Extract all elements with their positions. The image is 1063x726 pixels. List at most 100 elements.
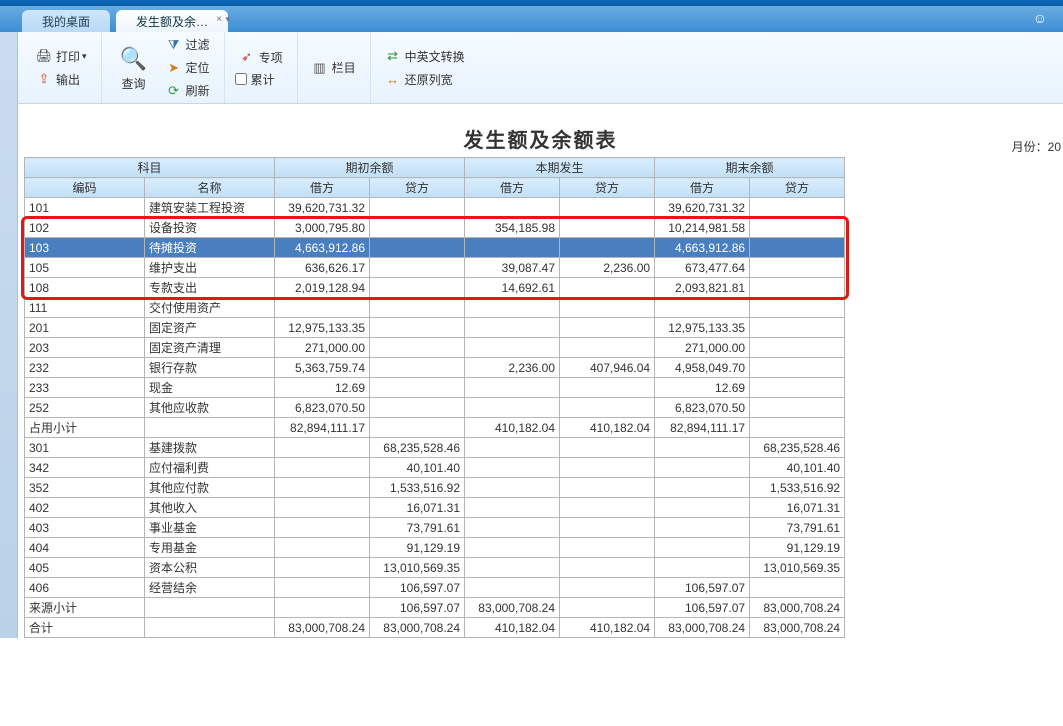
cell[interactable]: 专用基金 — [145, 538, 275, 558]
restore-width-button[interactable]: ↔ 还原列宽 — [381, 69, 469, 90]
cell[interactable]: 14,692.61 — [465, 278, 560, 298]
cell[interactable]: 636,626.17 — [275, 258, 370, 278]
tab-desktop[interactable]: 我的桌面 — [22, 10, 110, 32]
cell[interactable] — [275, 598, 370, 618]
special-button[interactable]: ➶ 专项 — [235, 47, 287, 68]
cell[interactable]: 106,597.07 — [370, 578, 465, 598]
cell[interactable]: 673,477.64 — [655, 258, 750, 278]
cell[interactable] — [465, 438, 560, 458]
cell[interactable]: 占用小计 — [25, 418, 145, 438]
cell[interactable] — [560, 338, 655, 358]
cell[interactable]: 12,975,133.35 — [275, 318, 370, 338]
cell[interactable] — [370, 218, 465, 238]
cell[interactable]: 83,000,708.24 — [370, 618, 465, 638]
cell[interactable]: 82,894,111.17 — [655, 418, 750, 438]
th-cur-credit[interactable]: 贷方 — [560, 178, 655, 198]
cell[interactable] — [465, 578, 560, 598]
cell[interactable]: 其他应付款 — [145, 478, 275, 498]
cell[interactable]: 108 — [25, 278, 145, 298]
cell[interactable] — [465, 478, 560, 498]
th-current[interactable]: 本期发生 — [465, 158, 655, 178]
cell[interactable]: 10,214,981.58 — [655, 218, 750, 238]
table-row[interactable]: 来源小计106,597.0783,000,708.24106,597.0783,… — [25, 598, 845, 618]
cell[interactable] — [750, 358, 845, 378]
cell[interactable]: 1,533,516.92 — [750, 478, 845, 498]
cell[interactable] — [560, 378, 655, 398]
cell[interactable] — [465, 518, 560, 538]
cell[interactable] — [275, 478, 370, 498]
cell[interactable]: 固定资产 — [145, 318, 275, 338]
cell[interactable]: 银行存款 — [145, 358, 275, 378]
cell[interactable]: 342 — [25, 458, 145, 478]
th-cur-debit[interactable]: 借方 — [465, 178, 560, 198]
cell[interactable]: 2,236.00 — [465, 358, 560, 378]
cell[interactable]: 资本公积 — [145, 558, 275, 578]
cell[interactable] — [655, 298, 750, 318]
cell[interactable]: 12.69 — [275, 378, 370, 398]
smiley-icon[interactable]: ☺ — [1033, 10, 1047, 26]
cell[interactable] — [370, 338, 465, 358]
cell[interactable] — [465, 318, 560, 338]
cell[interactable]: 106,597.07 — [655, 598, 750, 618]
cell[interactable]: 410,182.04 — [465, 418, 560, 438]
cell[interactable]: 39,620,731.32 — [275, 198, 370, 218]
cell[interactable]: 83,000,708.24 — [275, 618, 370, 638]
table-row[interactable]: 405资本公积13,010,569.3513,010,569.35 — [25, 558, 845, 578]
cell[interactable]: 12,975,133.35 — [655, 318, 750, 338]
cell[interactable]: 建筑安装工程投资 — [145, 198, 275, 218]
th-code[interactable]: 编码 — [25, 178, 145, 198]
cell[interactable]: 410,182.04 — [465, 618, 560, 638]
cell[interactable] — [655, 558, 750, 578]
th-subject[interactable]: 科目 — [25, 158, 275, 178]
cell[interactable]: 111 — [25, 298, 145, 318]
cell[interactable]: 252 — [25, 398, 145, 418]
query-button[interactable]: 🔍 查询 — [112, 41, 156, 94]
print-button[interactable]: 🖨 打印 ▾ — [32, 46, 91, 67]
cell[interactable] — [750, 398, 845, 418]
cell[interactable] — [370, 418, 465, 438]
cell[interactable] — [275, 538, 370, 558]
cell[interactable] — [655, 538, 750, 558]
cell[interactable] — [560, 518, 655, 538]
cell[interactable] — [370, 198, 465, 218]
cell[interactable]: 2,019,128.94 — [275, 278, 370, 298]
table-row[interactable]: 232银行存款5,363,759.742,236.00407,946.044,9… — [25, 358, 845, 378]
cell[interactable]: 40,101.40 — [370, 458, 465, 478]
cell[interactable] — [560, 558, 655, 578]
cell[interactable] — [275, 518, 370, 538]
cell[interactable]: 301 — [25, 438, 145, 458]
cell[interactable]: 68,235,528.46 — [750, 438, 845, 458]
table-row[interactable]: 合计83,000,708.2483,000,708.24410,182.0441… — [25, 618, 845, 638]
columns-button[interactable]: ▥ 栏目 — [308, 57, 360, 78]
cell[interactable]: 83,000,708.24 — [655, 618, 750, 638]
cell[interactable] — [560, 198, 655, 218]
cell[interactable]: 102 — [25, 218, 145, 238]
cell[interactable] — [655, 498, 750, 518]
export-button[interactable]: ⇪ 输出 — [32, 69, 91, 90]
cell[interactable] — [465, 458, 560, 478]
cell[interactable] — [560, 478, 655, 498]
cell[interactable] — [655, 438, 750, 458]
cell[interactable] — [750, 218, 845, 238]
cell[interactable]: 68,235,528.46 — [370, 438, 465, 458]
th-closing[interactable]: 期末余额 — [655, 158, 845, 178]
cell[interactable]: 1,533,516.92 — [370, 478, 465, 498]
table-row[interactable]: 352其他应付款1,533,516.921,533,516.92 — [25, 478, 845, 498]
cell[interactable]: 103 — [25, 238, 145, 258]
cell[interactable]: 应付福利费 — [145, 458, 275, 478]
cell[interactable] — [560, 218, 655, 238]
cell[interactable] — [560, 578, 655, 598]
table-row[interactable]: 101建筑安装工程投资39,620,731.3239,620,731.32 — [25, 198, 845, 218]
cell[interactable]: 13,010,569.35 — [370, 558, 465, 578]
cell[interactable] — [275, 578, 370, 598]
cell[interactable] — [370, 358, 465, 378]
cell[interactable]: 5,363,759.74 — [275, 358, 370, 378]
th-name[interactable]: 名称 — [145, 178, 275, 198]
cell[interactable]: 2,236.00 — [560, 258, 655, 278]
cell[interactable]: 专款支出 — [145, 278, 275, 298]
cell[interactable]: 105 — [25, 258, 145, 278]
cell[interactable] — [145, 618, 275, 638]
cell[interactable]: 4,663,912.86 — [275, 238, 370, 258]
cell[interactable] — [465, 498, 560, 518]
cell[interactable]: 405 — [25, 558, 145, 578]
